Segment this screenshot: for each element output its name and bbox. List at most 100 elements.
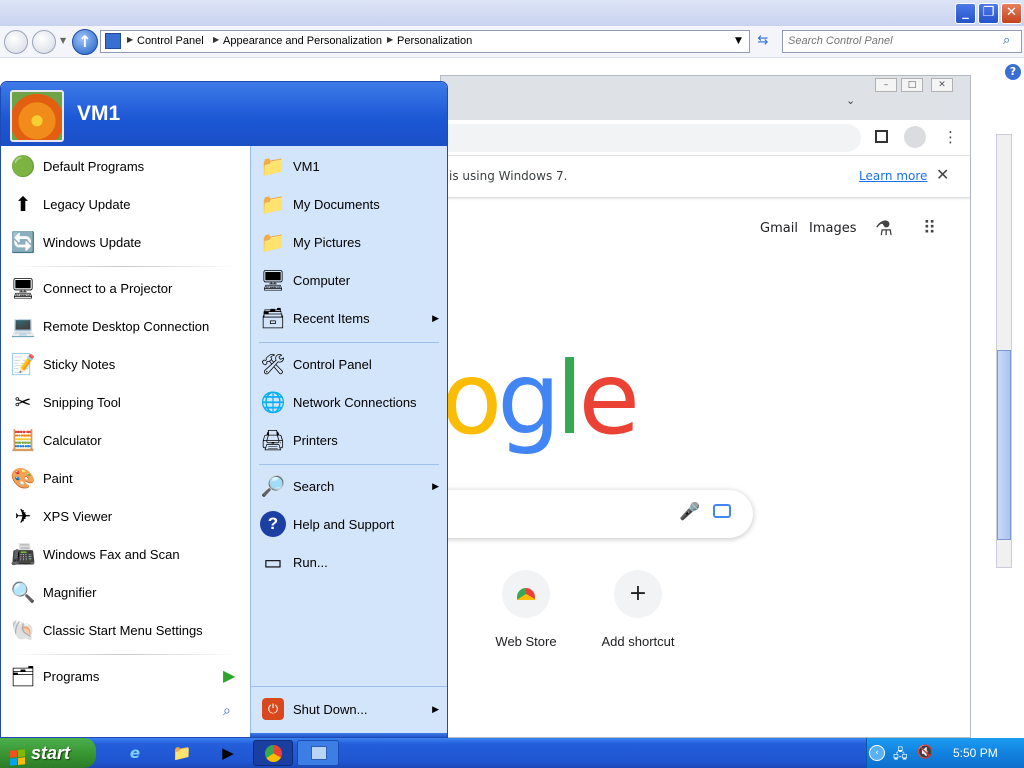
start-menu-right-pane: 📁 VM1 📁 My Documents 📁 My Pictures 🖥 Compute…: [250, 146, 447, 737]
camera-lens-icon[interactable]: [713, 504, 731, 518]
menu-item-label: Windows Update: [43, 234, 142, 250]
menu-item-legacy-update[interactable]: ⬆ Legacy Update: [1, 186, 250, 222]
chrome-titlebar[interactable]: – □ ✕ ⌄: [441, 76, 970, 120]
images-link[interactable]: Images: [809, 221, 857, 236]
menu-item-connect-projector[interactable]: 🖥 Connect to a Projector: [1, 270, 250, 306]
menu-item-remote-desktop[interactable]: 💻 Remote Desktop Connection: [1, 308, 250, 344]
user-avatar[interactable]: [10, 90, 64, 142]
refresh-icon[interactable]: ⇆: [752, 30, 774, 52]
breadcrumb-control-panel[interactable]: Control Panel: [137, 35, 204, 47]
minimize-button[interactable]: _: [955, 3, 976, 24]
help-icon[interactable]: ?: [1005, 64, 1021, 80]
menu-item-label: Calculator: [43, 432, 102, 448]
menu-item-shut-down[interactable]: ⏻ Shut Down... ▶: [251, 691, 447, 727]
close-button[interactable]: ✕: [1001, 3, 1022, 24]
sticky-notes-icon: 📝: [10, 353, 36, 376]
menu-item-snipping-tool[interactable]: ✂ Snipping Tool: [1, 384, 250, 420]
labs-flask-icon[interactable]: ⚗: [875, 216, 893, 240]
menu-item-label: Control Panel: [293, 356, 372, 372]
shortcut-web-store[interactable]: Web Store: [476, 570, 576, 649]
menu-item-label: Legacy Update: [43, 196, 131, 212]
chrome-restore-button[interactable]: □: [901, 78, 923, 92]
menu-item-calculator[interactable]: 🧮 Calculator: [1, 422, 250, 458]
shortcut-add[interactable]: + Add shortcut: [588, 570, 688, 649]
breadcrumb-personalization[interactable]: Personalization: [397, 35, 472, 47]
omnibox[interactable]: [441, 124, 861, 152]
menu-item-search[interactable]: 🔎 Search ▶: [251, 468, 447, 504]
menu-item-help-support[interactable]: ? Help and Support: [251, 506, 447, 542]
printers-icon: 🖨: [260, 429, 286, 452]
up-arrow-icon[interactable]: ↑: [72, 29, 98, 55]
media-player-icon[interactable]: ▶: [216, 742, 240, 764]
start-button[interactable]: start: [0, 738, 96, 768]
menu-item-fax-scan[interactable]: 📠 Windows Fax and Scan: [1, 536, 250, 572]
menu-item-recent-items[interactable]: 🗃 Recent Items ▶: [251, 300, 447, 336]
menu-item-my-documents[interactable]: 📁 My Documents: [251, 186, 447, 222]
recent-items-icon: 🗃: [260, 307, 286, 330]
chrome-close-button[interactable]: ✕: [931, 78, 953, 92]
computer-icon: 🖥: [260, 269, 286, 292]
menu-item-sticky-notes[interactable]: 📝 Sticky Notes: [1, 346, 250, 382]
google-search-bar[interactable]: 🎤: [441, 490, 753, 538]
vertical-scrollbar[interactable]: [996, 134, 1012, 568]
run-icon: ▭: [263, 551, 283, 574]
side-panel-icon[interactable]: [875, 130, 888, 143]
menu-item-programs[interactable]: 🗂 Programs ▶: [1, 658, 250, 694]
internet-explorer-icon[interactable]: e: [123, 742, 147, 764]
search-control-panel-box[interactable]: ⌕: [782, 30, 1022, 53]
file-explorer-icon[interactable]: 📁: [170, 742, 194, 764]
learn-more-link[interactable]: Learn more: [859, 169, 927, 183]
show-hidden-icons-icon[interactable]: ‹: [869, 745, 885, 761]
menu-item-label: Run...: [293, 554, 328, 570]
menu-item-default-programs[interactable]: 🟢 Default Programs: [1, 148, 250, 184]
search-input[interactable]: [783, 31, 983, 51]
gmail-link[interactable]: Gmail: [760, 221, 798, 236]
breadcrumb-appearance[interactable]: Appearance and Personalization: [223, 35, 382, 47]
divider: [259, 342, 439, 343]
menu-item-network-connections[interactable]: 🌐 Network Connections: [251, 384, 447, 420]
forward-button[interactable]: [32, 30, 56, 54]
taskbar-control-panel-button[interactable]: [297, 740, 339, 766]
menu-item-magnifier[interactable]: 🔍 Magnifier: [1, 574, 250, 610]
menu-item-label: Network Connections: [293, 394, 417, 410]
close-icon[interactable]: ✕: [936, 165, 949, 184]
menu-item-label: Printers: [293, 432, 338, 448]
network-icon[interactable]: 🖧: [893, 745, 908, 767]
volume-muted-icon[interactable]: 🔇: [917, 745, 933, 760]
menu-item-xps-viewer[interactable]: ✈ XPS Viewer: [1, 498, 250, 534]
search-icon[interactable]: ⌕: [1003, 33, 1010, 48]
chrome-minimize-button[interactable]: –: [875, 78, 897, 92]
recent-pages-arrow-icon[interactable]: ▼: [60, 36, 66, 45]
apps-grid-icon[interactable]: ⠿: [923, 218, 936, 239]
menu-item-user-folder[interactable]: 📁 VM1: [251, 148, 447, 184]
menu-item-computer[interactable]: 🖥 Computer: [251, 262, 447, 298]
menu-item-printers[interactable]: 🖨 Printers: [251, 422, 447, 458]
menu-item-my-pictures[interactable]: 📁 My Pictures: [251, 224, 447, 260]
menu-item-run[interactable]: ▭ Run...: [251, 544, 447, 580]
window-titlebar[interactable]: _ ❐ ✕: [0, 0, 1024, 26]
calculator-icon: 🧮: [10, 429, 36, 452]
navigation-bar: ▼ ↑ ▶ Control Panel ▶ Appearance and Per…: [0, 26, 1024, 58]
clock[interactable]: 5:50 PM: [953, 746, 998, 760]
back-button[interactable]: [4, 30, 28, 54]
microphone-icon[interactable]: 🎤: [679, 502, 700, 522]
menu-item-classic-start-settings[interactable]: 🐚 Classic Start Menu Settings: [1, 612, 250, 648]
chrome-menu-icon[interactable]: ⋮: [943, 128, 958, 146]
pictures-folder-icon: 📁: [260, 231, 286, 254]
tab-search-chevron-icon[interactable]: ⌄: [846, 94, 855, 107]
profile-avatar-icon[interactable]: [904, 126, 926, 148]
search-icon[interactable]: ⌕: [223, 703, 231, 719]
breadcrumb-separator-icon: ▶: [127, 35, 134, 44]
menu-item-paint[interactable]: 🎨 Paint: [1, 460, 250, 496]
menu-item-control-panel[interactable]: 🛠 Control Panel: [251, 346, 447, 382]
chevron-down-icon[interactable]: ▼: [735, 36, 742, 46]
restore-button[interactable]: ❐: [978, 3, 999, 24]
scrollbar-thumb[interactable]: [997, 350, 1011, 540]
taskbar-chrome-button[interactable]: [253, 740, 293, 766]
menu-item-windows-update[interactable]: 🔄 Windows Update: [1, 224, 250, 260]
taskbar: start e 📁 ▶ ‹ 🖧 🔇 5:50 PM: [0, 738, 1024, 768]
menu-item-label: Programs: [43, 668, 100, 684]
classic-start-menu-icon: 🐚: [10, 619, 36, 642]
address-bar[interactable]: ▶ Control Panel ▶ Appearance and Persona…: [100, 30, 750, 53]
menu-item-label: Remote Desktop Connection: [43, 318, 210, 334]
